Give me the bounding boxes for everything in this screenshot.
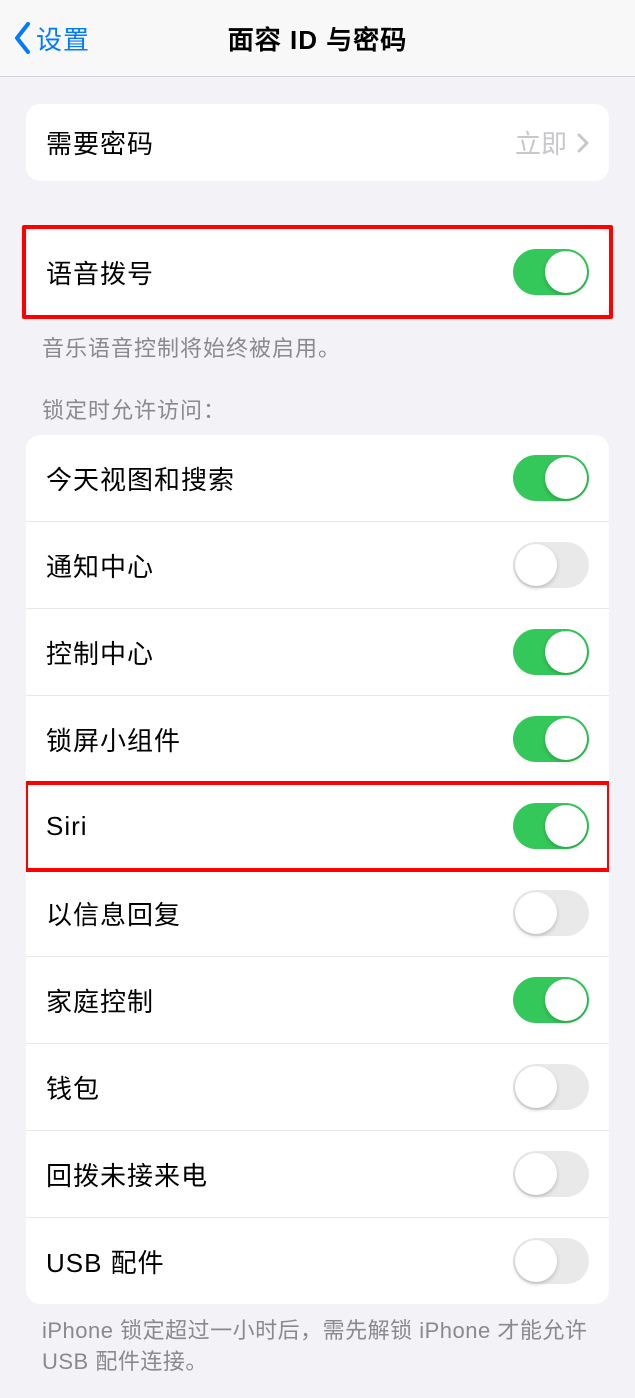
lock-access-toggle[interactable]	[513, 1151, 589, 1197]
voice-dial-label: 语音拨号	[46, 254, 154, 291]
lock-access-row: 回拨未接来电	[26, 1131, 609, 1218]
lock-access-row: USB 配件	[26, 1218, 609, 1304]
lock-access-row: 锁屏小组件	[26, 696, 609, 783]
lock-access-toggle[interactable]	[513, 629, 589, 675]
chevron-left-icon	[12, 21, 34, 55]
lock-access-label: 通知中心	[46, 547, 154, 584]
require-passcode-label: 需要密码	[46, 124, 154, 161]
lock-access-row: Siri	[26, 783, 609, 870]
lock-access-label: 回拨未接来电	[46, 1156, 208, 1193]
lock-access-row: 家庭控制	[26, 957, 609, 1044]
lock-access-label: 钱包	[46, 1069, 100, 1106]
lock-access-label: 以信息回复	[46, 895, 181, 932]
lock-access-row: 通知中心	[26, 522, 609, 609]
voice-dial-highlight: 语音拨号	[22, 225, 613, 319]
lock-access-toggle[interactable]	[513, 542, 589, 588]
lock-access-row: 以信息回复	[26, 870, 609, 957]
lock-access-section: 今天视图和搜索通知中心控制中心锁屏小组件 Siri 以信息回复家庭控制钱包回拨未接来…	[26, 435, 609, 1304]
require-passcode-value: 立即	[515, 124, 567, 161]
lock-access-header: 锁定时允许访问：	[42, 393, 593, 425]
lock-access-label: 锁屏小组件	[46, 721, 181, 758]
lock-access-label: 家庭控制	[46, 982, 154, 1019]
lock-access-label: 控制中心	[46, 634, 154, 671]
nav-header: 设置 面容 ID 与密码	[0, 0, 635, 77]
lock-access-toggle[interactable]	[513, 890, 589, 936]
page-title: 面容 ID 与密码	[228, 20, 407, 57]
lock-access-toggle[interactable]	[513, 716, 589, 762]
require-passcode-row[interactable]: 需要密码 立即	[26, 104, 609, 181]
lock-access-toggle[interactable]	[513, 803, 589, 849]
voice-dial-caption: 音乐语音控制将始终被启用。	[42, 331, 593, 363]
lock-access-label: Siri	[46, 811, 88, 842]
lock-access-toggle[interactable]	[513, 1064, 589, 1110]
require-passcode-section: 需要密码 立即	[26, 104, 609, 181]
lock-access-label: USB 配件	[46, 1243, 165, 1280]
lock-access-row: 控制中心	[26, 609, 609, 696]
chevron-right-icon	[577, 133, 589, 153]
back-label: 设置	[36, 20, 90, 57]
lock-access-label: 今天视图和搜索	[46, 460, 235, 497]
lock-access-toggle[interactable]	[513, 977, 589, 1023]
require-passcode-value-group: 立即	[515, 124, 589, 161]
lock-access-toggle[interactable]	[513, 1238, 589, 1284]
lock-access-toggle[interactable]	[513, 455, 589, 501]
voice-dial-row: 语音拨号	[26, 229, 609, 315]
lock-access-row: 钱包	[26, 1044, 609, 1131]
usb-footer-caption: iPhone 锁定超过一小时后，需先解锁 iPhone 才能允许 USB 配件连…	[42, 1316, 593, 1378]
voice-dial-section: 语音拨号	[26, 229, 609, 315]
voice-dial-toggle[interactable]	[513, 249, 589, 295]
back-button[interactable]: 设置	[12, 20, 90, 57]
lock-access-row: 今天视图和搜索	[26, 435, 609, 522]
